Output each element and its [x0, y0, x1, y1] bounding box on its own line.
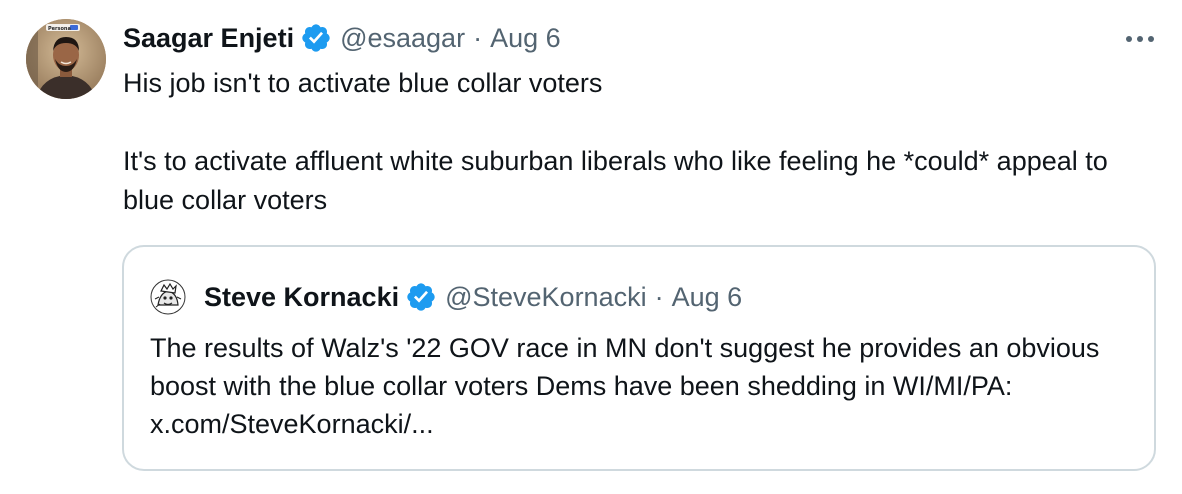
verified-badge-icon[interactable]	[300, 22, 332, 54]
author-name[interactable]: Saagar Enjeti	[123, 23, 294, 54]
more-options-icon[interactable]	[1122, 24, 1158, 54]
separator-dot: ·	[654, 281, 664, 312]
tweet-date[interactable]: Aug 6	[490, 23, 561, 54]
quoted-tweet[interactable]: Steve Kornacki @SteveKornacki · Aug 6 Th…	[122, 245, 1156, 471]
quoted-author-name[interactable]: Steve Kornacki	[204, 282, 399, 313]
tweet-text: His job isn't to activate blue collar vo…	[123, 64, 1153, 220]
tweet-paragraph: It's to activate affluent white suburban…	[123, 146, 1108, 215]
tweet-paragraph: His job isn't to activate blue collar vo…	[123, 68, 603, 98]
avatar-photo: Persona	[26, 19, 106, 99]
author-handle[interactable]: @esaagar	[340, 23, 465, 54]
quoted-tweet-date[interactable]: Aug 6	[672, 282, 743, 313]
quoted-author-handle[interactable]: @SteveKornacki	[445, 282, 647, 313]
avatar-badge-text: Persona	[48, 26, 71, 32]
author-avatar[interactable]: Persona	[26, 19, 106, 99]
quoted-tweet-text: The results of Walz's '22 GOV race in MN…	[150, 333, 1100, 439]
verified-badge-icon[interactable]	[405, 281, 437, 313]
tweet-header: Saagar Enjeti @esaagar · Aug 6	[123, 18, 561, 58]
quoted-author-avatar[interactable]	[150, 279, 186, 315]
quoted-tweet-header: Steve Kornacki @SteveKornacki · Aug 6	[150, 277, 742, 317]
tweet[interactable]: Persona Saagar Enjeti @esaagar · Aug 6 H…	[0, 0, 1182, 494]
separator-dot: ·	[473, 22, 483, 53]
